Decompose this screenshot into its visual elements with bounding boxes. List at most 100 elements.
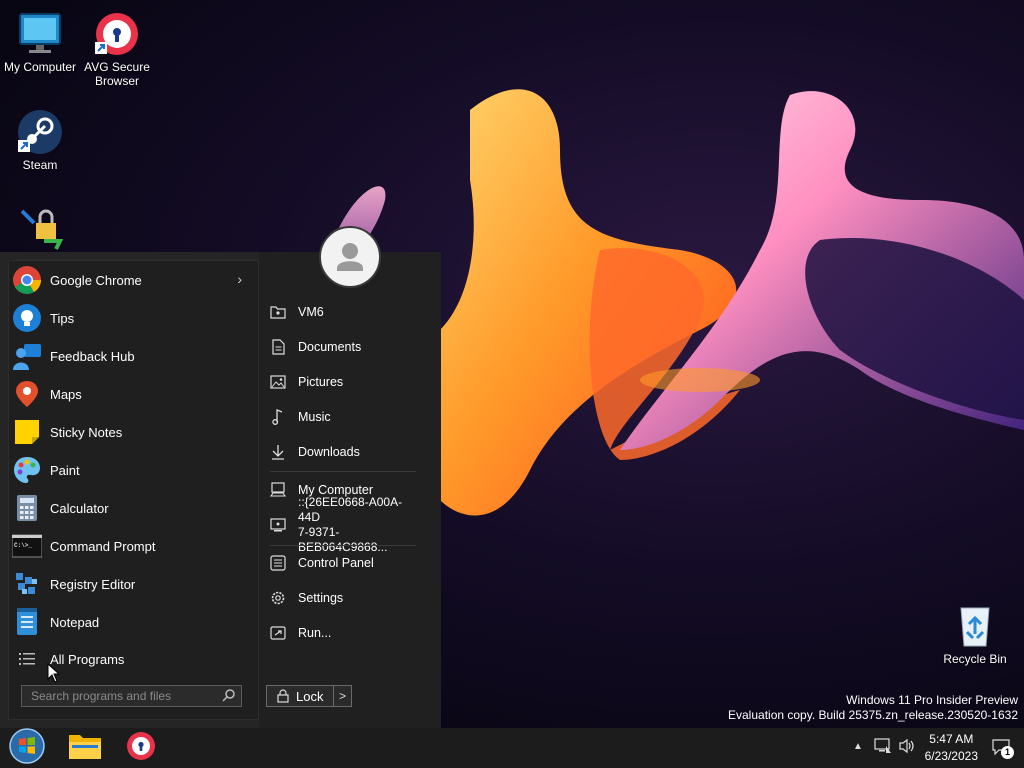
start-item-control-panel[interactable]: Control Panel	[270, 548, 420, 578]
program-maps[interactable]: Maps	[12, 375, 252, 413]
lock-transfer-icon	[16, 205, 64, 250]
chevron-up-icon: ▲	[853, 741, 863, 752]
avg-browser-icon	[126, 731, 156, 766]
taskbar-file-explorer[interactable]	[64, 728, 106, 768]
search-icon[interactable]	[222, 689, 235, 705]
registry-editor-icon	[12, 569, 42, 599]
desktop-icon-label: Steam	[22, 158, 58, 172]
start-item-user-folder[interactable]: VM6	[270, 297, 420, 327]
start-item-guid-folder[interactable]: ::{26EE0668-A00A-44D 7-9371-BEB064C9868.…	[270, 495, 420, 554]
program-google-chrome[interactable]: Google Chrome ›	[12, 261, 252, 299]
desktop-icon-label: My Computer	[3, 60, 77, 74]
desktop-icon-my-computer[interactable]: My Computer	[0, 10, 80, 74]
avg-browser-icon	[93, 10, 141, 58]
watermark-build: Evaluation copy. Build 25375.zn_release.…	[728, 708, 1018, 722]
sticky-notes-icon	[12, 417, 42, 447]
calculator-icon	[12, 493, 42, 523]
feedback-hub-icon	[12, 341, 42, 371]
power-options-button[interactable]: >	[333, 685, 352, 707]
windows-watermark: Windows 11 Pro Insider Preview Evaluatio…	[728, 693, 1018, 723]
clock-date: 6/23/2023	[924, 749, 978, 763]
program-label: Paint	[50, 462, 80, 478]
start-item-pictures[interactable]: Pictures	[270, 367, 420, 397]
chevron-right-icon[interactable]: ›	[237, 271, 242, 287]
downloads-label: Downloads	[298, 445, 360, 459]
desktop-icon-recycle-bin[interactable]: Recycle Bin	[935, 602, 1015, 666]
run-label: Run...	[298, 626, 332, 640]
start-item-run[interactable]: Run...	[270, 618, 420, 648]
start-item-downloads[interactable]: Downloads	[270, 437, 420, 467]
program-label: Google Chrome	[50, 272, 142, 288]
paint-icon	[12, 455, 42, 485]
start-item-settings[interactable]: Settings	[270, 583, 420, 613]
run-icon	[270, 625, 286, 641]
show-hidden-icons-button[interactable]: ▲	[853, 741, 863, 752]
watermark-edition: Windows 11 Pro Insider Preview	[846, 693, 1018, 707]
chrome-icon	[12, 265, 42, 295]
program-notepad[interactable]: Notepad	[12, 603, 252, 641]
file-explorer-icon	[68, 731, 102, 766]
desktop-icon-steam[interactable]: Steam	[0, 108, 80, 172]
chevron-right-icon: >	[338, 689, 346, 703]
maps-icon	[12, 379, 42, 409]
taskbar-clock[interactable]: 5:47 AM 6/23/2023	[925, 731, 978, 765]
program-calculator[interactable]: Calculator	[12, 489, 252, 527]
steam-icon	[16, 108, 64, 156]
taskbar-avg-browser[interactable]	[120, 728, 162, 768]
svg-text:C:\>_: C:\>_	[14, 542, 32, 549]
program-label: Sticky Notes	[50, 424, 123, 440]
computer-icon	[270, 482, 286, 498]
program-registry-editor[interactable]: Registry Editor	[12, 565, 252, 603]
monitor-icon	[16, 10, 64, 58]
program-paint[interactable]: Paint	[12, 451, 252, 489]
program-sticky-notes[interactable]: Sticky Notes	[12, 413, 252, 451]
separator	[270, 471, 416, 472]
network-computer-icon	[270, 517, 286, 533]
notepad-icon	[12, 607, 42, 637]
notification-center-button[interactable]: 1	[992, 737, 1014, 762]
program-label: Maps	[50, 386, 82, 402]
user-avatar[interactable]	[319, 226, 381, 288]
desktop-icon-label: AVG Secure Browser	[84, 60, 150, 88]
guid-line-1: ::{26EE0668-A00A-44D	[298, 495, 403, 524]
download-arrow-icon	[270, 444, 286, 460]
user-folder-label: VM6	[298, 305, 324, 319]
program-label: Feedback Hub	[50, 348, 135, 364]
separator	[270, 545, 416, 546]
program-label: Registry Editor	[50, 576, 136, 592]
program-command-prompt[interactable]: C:\>_ Command Prompt	[12, 527, 252, 565]
control-panel-icon	[270, 555, 286, 571]
volume-icon[interactable]	[898, 738, 916, 757]
lock-button[interactable]: Lock	[266, 685, 334, 707]
program-feedback-hub[interactable]: Feedback Hub	[12, 337, 252, 375]
program-label: Calculator	[50, 500, 109, 516]
network-icon[interactable]	[874, 738, 892, 757]
program-label: Command Prompt	[50, 538, 156, 554]
music-label: Music	[298, 410, 331, 424]
guid-label: ::{26EE0668-A00A-44D 7-9371-BEB064C9868.…	[298, 495, 420, 555]
program-label: Tips	[50, 310, 75, 326]
desktop-icon-avg-browser[interactable]: AVG Secure Browser	[77, 10, 157, 88]
gear-icon	[270, 590, 286, 606]
music-note-icon	[270, 409, 286, 425]
all-programs-label: All Programs	[50, 651, 125, 667]
search-input[interactable]	[22, 686, 221, 706]
list-icon	[12, 652, 42, 666]
picture-icon	[270, 374, 286, 390]
command-prompt-icon: C:\>_	[12, 531, 42, 561]
start-item-documents[interactable]: Documents	[270, 332, 420, 362]
notification-icon: 1	[992, 737, 1014, 759]
program-tips[interactable]: Tips	[12, 299, 252, 337]
desktop-icon-shortcut[interactable]	[0, 205, 80, 250]
lock-label: Lock	[296, 688, 324, 704]
mouse-cursor-icon	[47, 662, 61, 688]
start-search-box[interactable]	[21, 685, 242, 707]
start-button[interactable]	[6, 727, 48, 768]
document-icon	[270, 339, 286, 355]
clock-time: 5:47 AM	[929, 732, 974, 746]
start-item-music[interactable]: Music	[270, 402, 420, 432]
tips-icon	[12, 303, 42, 333]
control-panel-label: Control Panel	[298, 556, 374, 570]
notification-count-badge: 1	[1001, 746, 1014, 759]
recycle-bin-icon	[951, 602, 999, 650]
